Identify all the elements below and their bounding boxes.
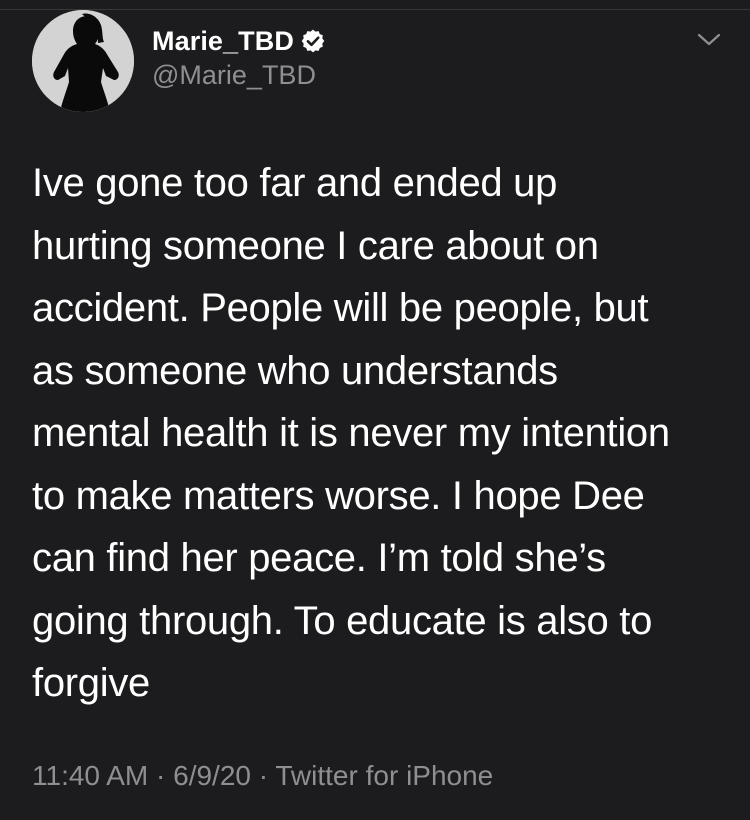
meta-separator: · (156, 760, 166, 791)
avatar[interactable] (32, 10, 134, 112)
tweet-text-line: going through. To educate is also to (32, 598, 653, 643)
tweet-text-line: accident. People will be people, but (32, 286, 649, 330)
tweet-text-line: to make matters worse. I hope Dee (32, 473, 645, 518)
display-name[interactable]: Marie_TBD (152, 26, 294, 57)
chevron-down-icon[interactable] (696, 30, 722, 50)
handle[interactable]: @Marie_TBD (152, 60, 316, 91)
tweet-text: Ive gone too far and ended up hurting so… (32, 152, 732, 715)
author-name-row[interactable]: Marie_TBD (152, 24, 326, 58)
tweet-text-line: mental health it is never my intention (32, 411, 670, 455)
avatar-silhouette-image (32, 10, 134, 112)
verified-badge-icon (300, 28, 326, 54)
tweet-meta: 11:40 AM · 6/9/20 · Twitter for iPhone (32, 760, 493, 792)
tweet-source[interactable]: Twitter for iPhone (275, 760, 493, 791)
tweet-time[interactable]: 11:40 AM (32, 760, 148, 791)
tweet-text-line: Ive gone too far and ended up (32, 161, 558, 205)
tweet-text-line: hurting someone I care about on (32, 223, 599, 268)
tweet-text-line: forgive (32, 661, 150, 705)
meta-separator: · (258, 760, 269, 791)
tweet-text-line: can find her peace. I’m told she’s (32, 536, 606, 580)
tweet-text-line: as someone who understands (32, 348, 558, 393)
top-divider (0, 0, 750, 10)
tweet-date[interactable]: 6/9/20 (173, 760, 251, 791)
